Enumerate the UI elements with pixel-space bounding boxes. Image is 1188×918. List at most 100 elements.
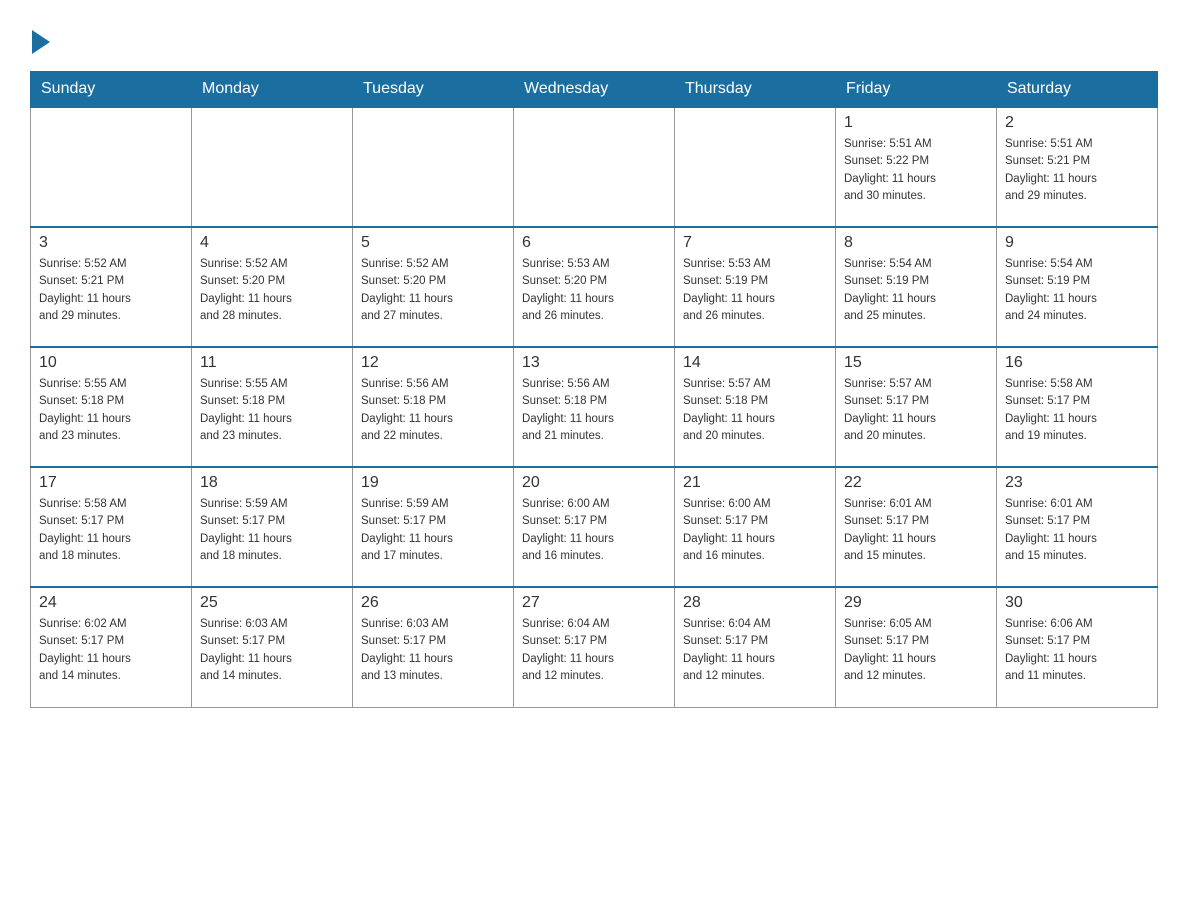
calendar-cell: 9 Sunrise: 5:54 AMSunset: 5:19 PMDaylight… — [997, 227, 1158, 347]
calendar-cell: 6 Sunrise: 5:53 AMSunset: 5:20 PMDaylight… — [514, 227, 675, 347]
calendar-cell: 30 Sunrise: 6:06 AMSunset: 5:17 PMDayligh… — [997, 587, 1158, 707]
day-info: Sunrise: 5:59 AMSunset: 5:17 PMDaylight:… — [200, 496, 344, 565]
calendar-cell: 5 Sunrise: 5:52 AMSunset: 5:20 PMDaylight… — [353, 227, 514, 347]
day-info: Sunrise: 5:52 AMSunset: 5:20 PMDaylight:… — [361, 256, 505, 325]
day-info: Sunrise: 5:58 AMSunset: 5:17 PMDaylight:… — [39, 496, 183, 565]
day-number: 23 — [1005, 474, 1149, 492]
day-info: Sunrise: 5:51 AMSunset: 5:22 PMDaylight:… — [844, 136, 988, 205]
weekday-header-saturday: Saturday — [997, 72, 1158, 108]
calendar-cell — [192, 107, 353, 227]
calendar-week-row: 3 Sunrise: 5:52 AMSunset: 5:21 PMDaylight… — [31, 227, 1158, 347]
day-number: 22 — [844, 474, 988, 492]
calendar-cell: 28 Sunrise: 6:04 AMSunset: 5:17 PMDayligh… — [675, 587, 836, 707]
day-number: 21 — [683, 474, 827, 492]
calendar-cell: 19Sunrise: 5:59 AMSunset: 5:17 PMDayligh… — [353, 467, 514, 587]
calendar-cell: 11 Sunrise: 5:55 AMSunset: 5:18 PMDayligh… — [192, 347, 353, 467]
weekday-header-tuesday: Tuesday — [353, 72, 514, 108]
calendar-cell: 7 Sunrise: 5:53 AMSunset: 5:19 PMDaylight… — [675, 227, 836, 347]
day-info: Sunrise: 5:56 AMSunset: 5:18 PMDaylight:… — [361, 376, 505, 445]
day-number: 15 — [844, 354, 988, 372]
day-info: Sunrise: 6:00 AMSunset: 5:17 PMDaylight:… — [683, 496, 827, 565]
calendar-cell: 15 Sunrise: 5:57 AMSunset: 5:17 PMDayligh… — [836, 347, 997, 467]
day-info: Sunrise: 6:01 AMSunset: 5:17 PMDaylight:… — [844, 496, 988, 565]
calendar-cell: 22 Sunrise: 6:01 AMSunset: 5:17 PMDayligh… — [836, 467, 997, 587]
day-number: 11 — [200, 354, 344, 372]
day-info: Sunrise: 5:52 AMSunset: 5:20 PMDaylight:… — [200, 256, 344, 325]
day-number: 8 — [844, 234, 988, 252]
day-number: 26 — [361, 594, 505, 612]
day-info: Sunrise: 5:54 AMSunset: 5:19 PMDaylight:… — [1005, 256, 1149, 325]
calendar-cell: 14 Sunrise: 5:57 AMSunset: 5:18 PMDayligh… — [675, 347, 836, 467]
day-number: 24 — [39, 594, 183, 612]
day-info: Sunrise: 6:05 AMSunset: 5:17 PMDaylight:… — [844, 616, 988, 685]
day-info: Sunrise: 5:55 AMSunset: 5:18 PMDaylight:… — [39, 376, 183, 445]
day-number: 7 — [683, 234, 827, 252]
day-info: Sunrise: 5:53 AMSunset: 5:20 PMDaylight:… — [522, 256, 666, 325]
day-number: 13 — [522, 354, 666, 372]
day-info: Sunrise: 5:52 AMSunset: 5:21 PMDaylight:… — [39, 256, 183, 325]
day-info: Sunrise: 5:54 AMSunset: 5:19 PMDaylight:… — [844, 256, 988, 325]
calendar-week-row: 10 Sunrise: 5:55 AMSunset: 5:18 PMDayligh… — [31, 347, 1158, 467]
day-info: Sunrise: 5:55 AMSunset: 5:18 PMDaylight:… — [200, 376, 344, 445]
day-info: Sunrise: 6:03 AMSunset: 5:17 PMDaylight:… — [361, 616, 505, 685]
day-info: Sunrise: 6:04 AMSunset: 5:17 PMDaylight:… — [522, 616, 666, 685]
day-number: 30 — [1005, 594, 1149, 612]
day-info: Sunrise: 5:57 AMSunset: 5:18 PMDaylight:… — [683, 376, 827, 445]
day-info: Sunrise: 6:03 AMSunset: 5:17 PMDaylight:… — [200, 616, 344, 685]
day-number: 14 — [683, 354, 827, 372]
day-number: 18 — [200, 474, 344, 492]
calendar-week-row: 1 Sunrise: 5:51 AMSunset: 5:22 PMDaylight… — [31, 107, 1158, 227]
day-number: 4 — [200, 234, 344, 252]
calendar-cell: 26 Sunrise: 6:03 AMSunset: 5:17 PMDayligh… — [353, 587, 514, 707]
weekday-header-thursday: Thursday — [675, 72, 836, 108]
calendar-cell: 23 Sunrise: 6:01 AMSunset: 5:17 PMDayligh… — [997, 467, 1158, 587]
day-number: 9 — [1005, 234, 1149, 252]
day-info: Sunrise: 5:53 AMSunset: 5:19 PMDaylight:… — [683, 256, 827, 325]
day-number: 16 — [1005, 354, 1149, 372]
day-number: 6 — [522, 234, 666, 252]
calendar-cell — [353, 107, 514, 227]
logo-arrow-icon — [32, 30, 50, 54]
calendar-cell — [514, 107, 675, 227]
calendar-cell: 8 Sunrise: 5:54 AMSunset: 5:19 PMDaylight… — [836, 227, 997, 347]
day-number: 25 — [200, 594, 344, 612]
day-number: 1 — [844, 114, 988, 132]
calendar-cell: 13 Sunrise: 5:56 AMSunset: 5:18 PMDayligh… — [514, 347, 675, 467]
calendar-cell: 27 Sunrise: 6:04 AMSunset: 5:17 PMDayligh… — [514, 587, 675, 707]
day-info: Sunrise: 6:06 AMSunset: 5:17 PMDaylight:… — [1005, 616, 1149, 685]
day-number: 29 — [844, 594, 988, 612]
header — [30, 20, 1158, 51]
calendar-cell: 1 Sunrise: 5:51 AMSunset: 5:22 PMDaylight… — [836, 107, 997, 227]
calendar-cell: 25 Sunrise: 6:03 AMSunset: 5:17 PMDayligh… — [192, 587, 353, 707]
weekday-header-monday: Monday — [192, 72, 353, 108]
calendar-cell: 10 Sunrise: 5:55 AMSunset: 5:18 PMDayligh… — [31, 347, 192, 467]
day-number: 27 — [522, 594, 666, 612]
calendar-cell: 24Sunrise: 6:02 AMSunset: 5:17 PMDayligh… — [31, 587, 192, 707]
calendar-cell: 18 Sunrise: 5:59 AMSunset: 5:17 PMDayligh… — [192, 467, 353, 587]
day-number: 2 — [1005, 114, 1149, 132]
day-number: 3 — [39, 234, 183, 252]
day-info: Sunrise: 5:56 AMSunset: 5:18 PMDaylight:… — [522, 376, 666, 445]
day-number: 10 — [39, 354, 183, 372]
day-number: 5 — [361, 234, 505, 252]
calendar-cell — [675, 107, 836, 227]
day-info: Sunrise: 6:04 AMSunset: 5:17 PMDaylight:… — [683, 616, 827, 685]
calendar-cell — [31, 107, 192, 227]
calendar-cell: 3 Sunrise: 5:52 AMSunset: 5:21 PMDaylight… — [31, 227, 192, 347]
day-info: Sunrise: 5:51 AMSunset: 5:21 PMDaylight:… — [1005, 136, 1149, 205]
day-number: 12 — [361, 354, 505, 372]
calendar-week-row: 24Sunrise: 6:02 AMSunset: 5:17 PMDayligh… — [31, 587, 1158, 707]
weekday-header-row: SundayMondayTuesdayWednesdayThursdayFrid… — [31, 72, 1158, 108]
day-number: 28 — [683, 594, 827, 612]
day-info: Sunrise: 5:58 AMSunset: 5:17 PMDaylight:… — [1005, 376, 1149, 445]
day-info: Sunrise: 5:57 AMSunset: 5:17 PMDaylight:… — [844, 376, 988, 445]
weekday-header-friday: Friday — [836, 72, 997, 108]
calendar-cell: 4 Sunrise: 5:52 AMSunset: 5:20 PMDaylight… — [192, 227, 353, 347]
calendar-table: SundayMondayTuesdayWednesdayThursdayFrid… — [30, 71, 1158, 708]
calendar-cell: 20Sunrise: 6:00 AMSunset: 5:17 PMDayligh… — [514, 467, 675, 587]
day-number: 20 — [522, 474, 666, 492]
logo — [30, 30, 50, 51]
calendar-cell: 29 Sunrise: 6:05 AMSunset: 5:17 PMDayligh… — [836, 587, 997, 707]
weekday-header-wednesday: Wednesday — [514, 72, 675, 108]
day-info: Sunrise: 6:01 AMSunset: 5:17 PMDaylight:… — [1005, 496, 1149, 565]
